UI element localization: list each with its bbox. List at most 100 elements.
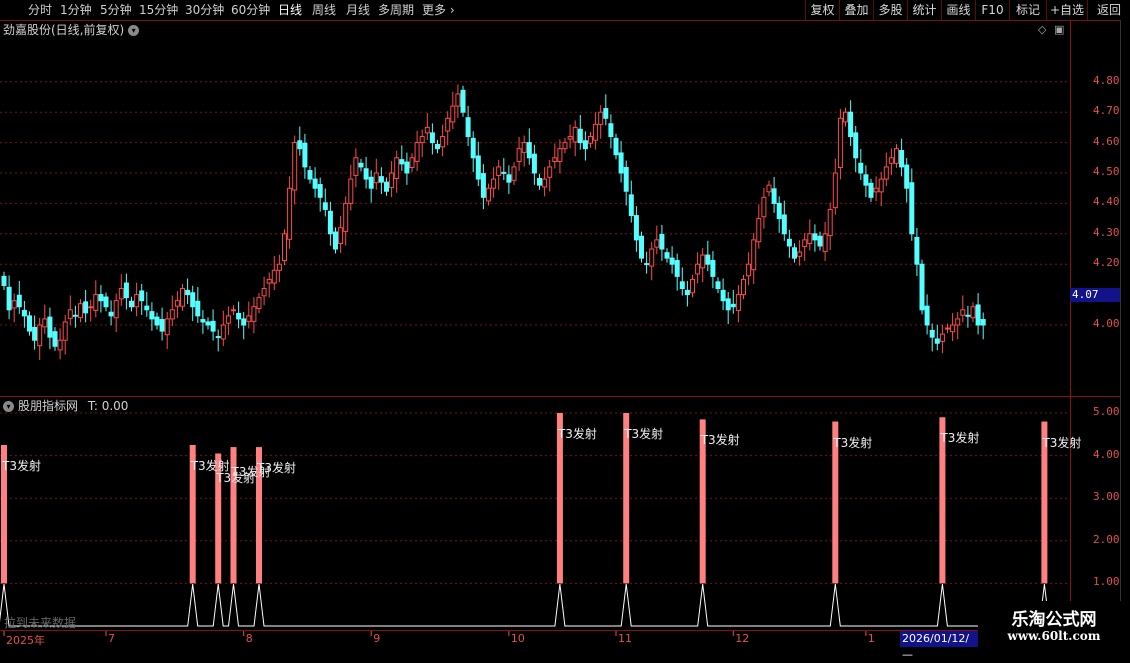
candle-body — [628, 194, 634, 217]
candlestick-series — [1, 84, 986, 360]
candle-body — [894, 148, 899, 164]
candle-body — [781, 214, 787, 235]
candle-body — [435, 143, 440, 150]
candle-body — [424, 126, 430, 134]
watermark-url: www.60lt.com — [1007, 629, 1101, 643]
candle-body — [88, 306, 94, 309]
candle-body — [883, 166, 889, 180]
candle-body — [863, 174, 869, 186]
candle-body — [766, 184, 772, 193]
candle-body — [618, 152, 624, 174]
candle-body — [924, 305, 930, 326]
candle-body — [679, 281, 685, 290]
candle-body — [210, 320, 216, 332]
candle-body — [853, 132, 859, 159]
time-tick-label: 2025年 — [6, 634, 45, 647]
candle-body — [822, 233, 828, 252]
right-side-strip[interactable] — [1120, 20, 1130, 630]
candle-body — [67, 309, 73, 319]
candle-body — [771, 188, 777, 204]
candle-body — [123, 282, 129, 299]
time-tick-label: 9 — [373, 632, 381, 645]
candle-body — [542, 178, 548, 188]
price-tick-label: 4.60 — [1093, 134, 1120, 148]
candle-body — [129, 300, 134, 308]
candle-body — [664, 252, 670, 259]
chevron-down-icon[interactable]: ▾ — [3, 401, 14, 412]
candle-body — [577, 128, 583, 144]
candle-body — [62, 321, 68, 341]
indicator-value: T: 0.00 — [87, 399, 129, 413]
candle-body — [735, 294, 741, 311]
candle-body — [322, 202, 328, 210]
candle-body — [741, 278, 746, 296]
candle-body — [756, 218, 762, 243]
watermark-title: 乐淘公式网 — [1011, 610, 1097, 630]
candle-body — [730, 303, 736, 308]
indicator-series — [0, 413, 1068, 627]
signal-label: T3发射 — [833, 435, 873, 450]
candle-body — [98, 294, 104, 302]
candle-body — [919, 263, 925, 311]
candle-body — [83, 301, 89, 314]
candle-body — [480, 173, 486, 198]
candle-body — [144, 305, 150, 311]
candle-body — [720, 289, 726, 302]
indicator-tick-label: 5.00 — [1093, 405, 1120, 418]
candle-body — [909, 182, 915, 235]
candle-body — [710, 260, 716, 277]
candle-body — [812, 233, 818, 241]
candle-body — [537, 177, 542, 186]
candle-body — [669, 257, 675, 265]
candle-body — [460, 89, 466, 113]
signal-label: T3发射 — [2, 458, 41, 473]
candle-body — [960, 309, 966, 316]
candle-body — [159, 319, 165, 332]
candle-body — [21, 309, 27, 317]
candle-body — [659, 233, 665, 250]
candle-body — [797, 251, 803, 257]
candle-body — [496, 166, 502, 176]
candle-body — [16, 294, 22, 308]
time-tick-label: 12 — [735, 632, 750, 645]
axis-separator — [1070, 20, 1071, 630]
candle-body — [776, 202, 782, 220]
candle-body — [368, 176, 374, 189]
candle-body — [37, 324, 43, 347]
candle-body — [32, 326, 38, 341]
chart-canvas[interactable] — [0, 0, 1130, 650]
candle-body — [715, 281, 721, 290]
candle-body — [455, 93, 461, 107]
candle-body — [363, 168, 369, 180]
candle-body — [547, 166, 553, 178]
candle-body — [271, 269, 277, 284]
time-tick-label: 8 — [245, 632, 253, 645]
candle-body — [608, 123, 614, 138]
candle-body — [389, 172, 395, 189]
candle-body — [343, 202, 349, 232]
candle-body — [6, 286, 12, 311]
candle-body — [939, 333, 945, 342]
candle-body — [302, 142, 308, 168]
candle-body — [307, 170, 313, 180]
candle-body — [475, 155, 481, 180]
candle-body — [353, 157, 359, 176]
candle-body — [557, 148, 563, 162]
candle-body — [282, 233, 287, 262]
price-tick-label: 4.80 — [1093, 73, 1120, 87]
candle-body — [562, 142, 568, 150]
candle-body — [27, 315, 32, 332]
candle-body — [929, 329, 935, 338]
candle-body — [11, 300, 17, 309]
candle-body — [639, 235, 644, 259]
candle-body — [700, 254, 706, 269]
price-tick-label: 4.20 — [1093, 256, 1120, 270]
candle-body — [603, 108, 609, 119]
candle-body — [521, 142, 527, 153]
last-price-tag: 4.07 — [1070, 288, 1122, 302]
indicator-tick-label: 4.00 — [1093, 447, 1120, 461]
candle-body — [848, 111, 854, 138]
indicator-title: ▾ 股朋指标网 T: 0.00 — [3, 398, 128, 414]
candle-body — [154, 316, 160, 326]
indicator-name: 股朋指标网 — [18, 399, 79, 413]
